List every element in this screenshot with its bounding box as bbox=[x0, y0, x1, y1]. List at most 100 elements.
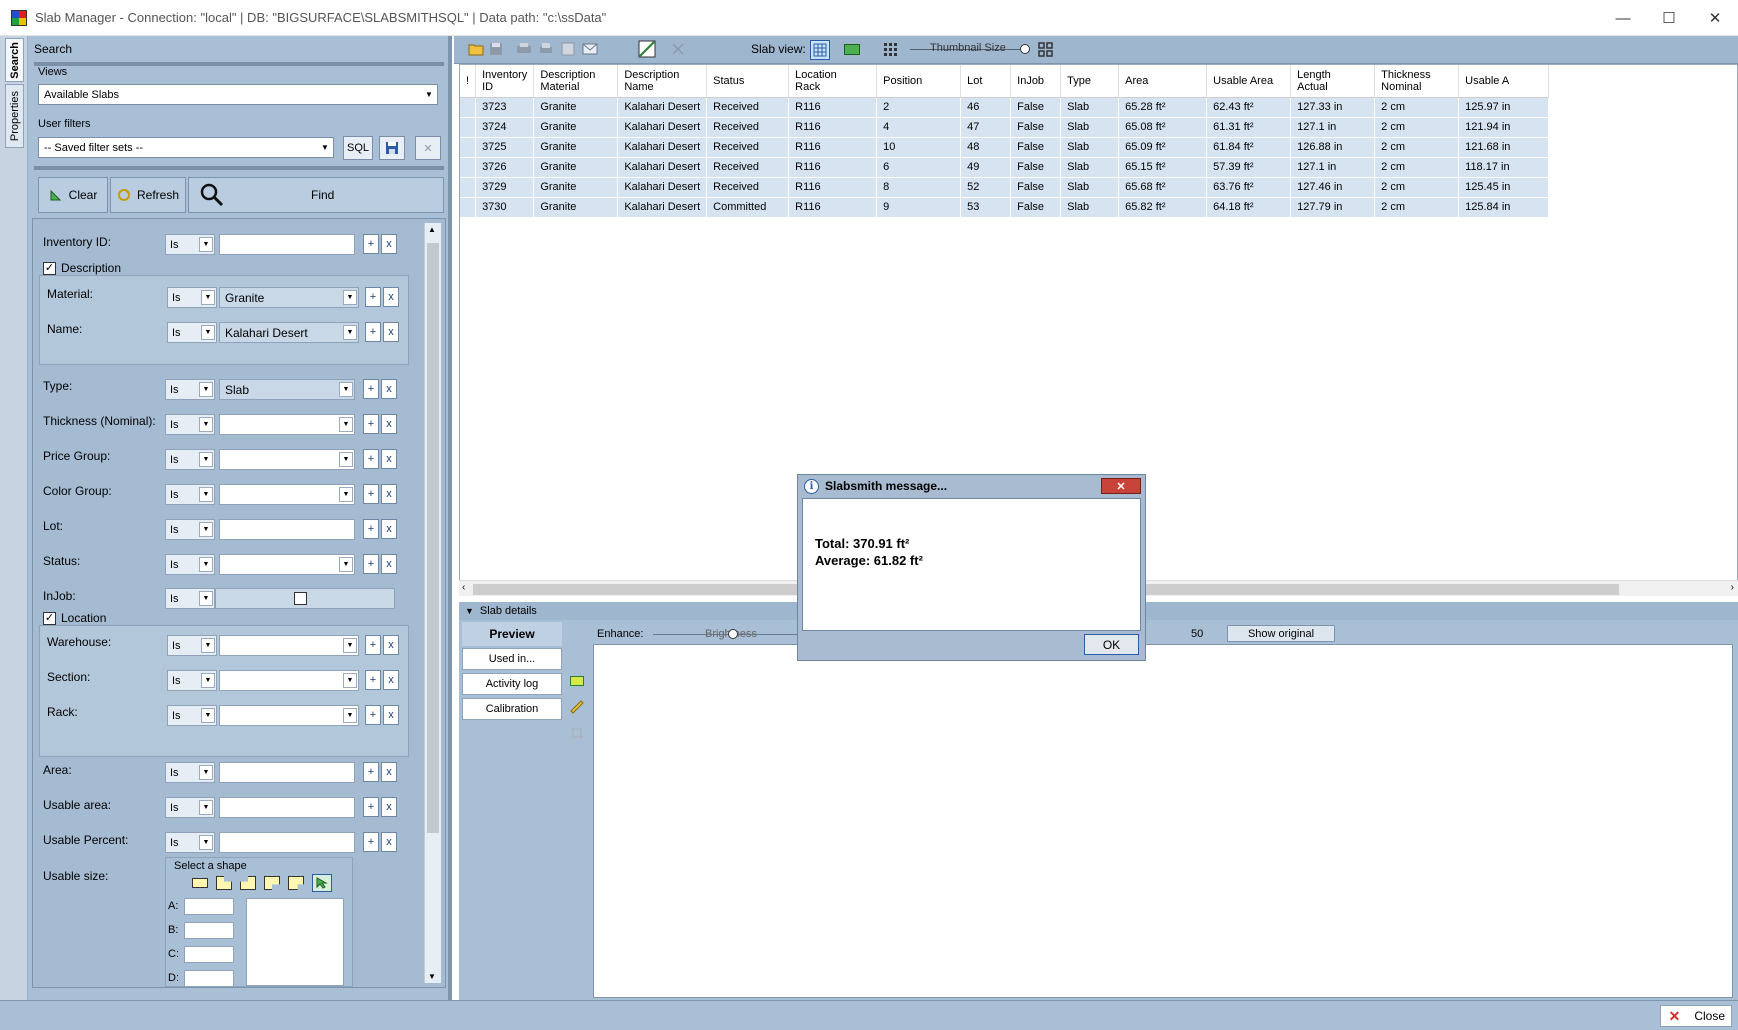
filter-scrollbar[interactable]: ▲ ▼ bbox=[424, 223, 441, 983]
table-row[interactable]: 3730 Granite Kalahari Desert Committed R116 9… bbox=[460, 197, 1550, 218]
usable-area-operator[interactable]: Is ▼ bbox=[165, 797, 215, 818]
open-folder-icon[interactable] bbox=[468, 42, 484, 56]
lot-operator[interactable]: Is ▼ bbox=[165, 519, 215, 540]
remove-button[interactable]: x bbox=[381, 762, 397, 782]
thickness-operator[interactable]: Is ▼ bbox=[165, 414, 215, 435]
status-select[interactable]: ▼ bbox=[219, 554, 355, 575]
printer-icon[interactable] bbox=[538, 42, 554, 56]
column-header[interactable]: Inventory ID bbox=[475, 65, 535, 98]
table-row[interactable]: 3729 Granite Kalahari Desert Received R116 8 5… bbox=[460, 177, 1550, 198]
column-header[interactable]: Description Material bbox=[533, 65, 619, 98]
color-group-select[interactable]: ▼ bbox=[219, 484, 355, 505]
scroll-down-icon[interactable]: ▼ bbox=[428, 972, 436, 981]
column-header[interactable]: Usable A bbox=[1458, 65, 1550, 98]
saved-filter-sets-select[interactable]: -- Saved filter sets -- ▼ bbox=[38, 137, 334, 158]
tab-preview[interactable]: Preview bbox=[462, 622, 562, 646]
price-group-operator[interactable]: Is ▼ bbox=[165, 449, 215, 470]
injob-checkbox[interactable] bbox=[294, 592, 307, 605]
price-group-select[interactable]: ▼ bbox=[219, 449, 355, 470]
column-header[interactable]: ! bbox=[460, 65, 477, 98]
remove-button[interactable]: x bbox=[381, 797, 397, 817]
add-button[interactable]: + bbox=[363, 797, 379, 817]
column-header[interactable]: Usable Area bbox=[1206, 65, 1292, 98]
tab-activity-log[interactable]: Activity log bbox=[462, 673, 562, 695]
add-button[interactable]: + bbox=[363, 832, 379, 852]
add-button[interactable]: + bbox=[363, 234, 379, 254]
collapse-icon[interactable]: ▼ bbox=[465, 606, 474, 616]
maximize-button[interactable]: ☐ bbox=[1646, 0, 1692, 36]
remove-button[interactable]: x bbox=[381, 519, 397, 539]
table-row[interactable]: 3725 Granite Kalahari Desert Received R116 10… bbox=[460, 137, 1550, 158]
remove-button[interactable]: x bbox=[381, 414, 397, 434]
add-button[interactable]: + bbox=[363, 379, 379, 399]
sql-button[interactable]: SQL bbox=[343, 136, 373, 160]
column-header[interactable]: InJob bbox=[1010, 65, 1062, 98]
table-row[interactable]: 3724 Granite Kalahari Desert Received R116 4 4… bbox=[460, 117, 1550, 138]
rack-select[interactable]: ▼ bbox=[219, 705, 359, 726]
column-header[interactable]: Thickness Nominal bbox=[1374, 65, 1460, 98]
area-operator[interactable]: Is ▼ bbox=[165, 762, 215, 783]
image-icon[interactable] bbox=[570, 676, 584, 686]
column-header[interactable]: Area bbox=[1118, 65, 1208, 98]
shape-a-input[interactable] bbox=[184, 898, 234, 915]
material-select[interactable]: Granite ▼ bbox=[219, 287, 359, 308]
reverse-l-shape-icon[interactable] bbox=[240, 876, 256, 890]
l-shape-icon[interactable] bbox=[216, 876, 232, 890]
save-filter-button[interactable] bbox=[379, 136, 405, 160]
usable-area-input[interactable] bbox=[219, 797, 355, 818]
usable-percent-operator[interactable]: Is ▼ bbox=[165, 832, 215, 853]
delete-filter-button[interactable]: ✕ bbox=[415, 136, 441, 160]
column-header[interactable]: Lot bbox=[960, 65, 1012, 98]
add-button[interactable]: + bbox=[365, 635, 381, 655]
scroll-up-icon[interactable]: ▲ bbox=[428, 225, 436, 234]
shape-b-input[interactable] bbox=[184, 922, 234, 939]
scrollbar-thumb[interactable] bbox=[427, 243, 439, 833]
shape-c-input[interactable] bbox=[184, 946, 234, 963]
area-input[interactable] bbox=[219, 762, 355, 783]
location-checkbox[interactable]: ✓ bbox=[43, 612, 56, 625]
chart-icon[interactable] bbox=[638, 40, 656, 58]
type-operator[interactable]: Is ▼ bbox=[165, 379, 215, 400]
warehouse-select[interactable]: ▼ bbox=[219, 635, 359, 656]
remove-button[interactable]: x bbox=[383, 670, 399, 690]
save-icon[interactable] bbox=[488, 42, 504, 56]
add-button[interactable]: + bbox=[363, 414, 379, 434]
tab-properties[interactable]: Properties bbox=[5, 84, 24, 148]
remove-button[interactable]: x bbox=[383, 287, 399, 307]
ruler-icon[interactable] bbox=[570, 700, 584, 714]
section-operator[interactable]: Is ▼ bbox=[167, 670, 217, 691]
window-close-button[interactable]: ✕ bbox=[1692, 0, 1738, 36]
thumbnail-slider-thumb[interactable] bbox=[1020, 44, 1030, 54]
email-icon[interactable] bbox=[582, 42, 598, 56]
column-header[interactable]: Description Name bbox=[617, 65, 708, 98]
add-button[interactable]: + bbox=[363, 554, 379, 574]
tab-used-in[interactable]: Used in... bbox=[462, 648, 562, 670]
column-header[interactable]: Location Rack bbox=[788, 65, 878, 98]
minimize-button[interactable]: — bbox=[1600, 0, 1646, 36]
table-row[interactable]: 3726 Granite Kalahari Desert Received R116 6 4… bbox=[460, 157, 1550, 178]
injob-operator[interactable]: Is ▼ bbox=[165, 588, 215, 609]
add-button[interactable]: + bbox=[363, 484, 379, 504]
dialog-close-button[interactable]: ✕ bbox=[1101, 478, 1141, 494]
material-operator[interactable]: Is ▼ bbox=[167, 287, 217, 308]
crop-icon[interactable] bbox=[570, 726, 584, 740]
grid-view-icon[interactable] bbox=[810, 40, 830, 60]
scroll-right-icon[interactable]: › bbox=[1731, 582, 1734, 593]
column-header[interactable]: Length Actual bbox=[1290, 65, 1376, 98]
column-header[interactable]: Position bbox=[876, 65, 962, 98]
inventory-id-input[interactable] bbox=[219, 234, 355, 255]
tab-search[interactable]: Search bbox=[5, 38, 24, 82]
remove-button[interactable]: x bbox=[381, 554, 397, 574]
column-header[interactable]: Type bbox=[1060, 65, 1120, 98]
pointer-icon[interactable] bbox=[312, 874, 332, 892]
rack-operator[interactable]: Is ▼ bbox=[167, 705, 217, 726]
large-thumbnails-icon[interactable] bbox=[1038, 42, 1054, 58]
clear-button[interactable]: Clear bbox=[38, 177, 108, 213]
add-button[interactable]: + bbox=[365, 322, 381, 342]
rectangle-shape-icon[interactable] bbox=[192, 878, 208, 888]
tab-calibration[interactable]: Calibration bbox=[462, 698, 562, 720]
inverted-l-shape-icon[interactable] bbox=[264, 876, 280, 890]
show-original-button[interactable]: Show original bbox=[1227, 625, 1335, 642]
remove-button[interactable]: x bbox=[381, 234, 397, 254]
scroll-left-icon[interactable]: ‹ bbox=[462, 582, 465, 593]
